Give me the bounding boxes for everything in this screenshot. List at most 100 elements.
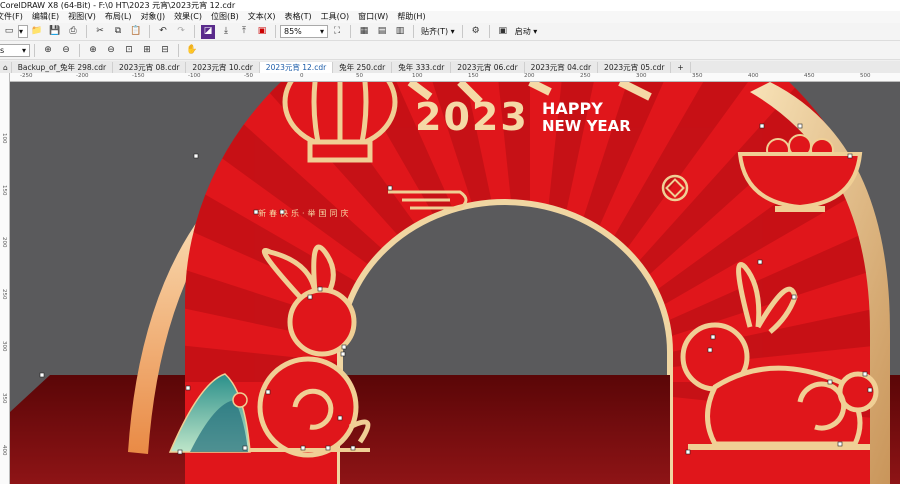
zoom-out-icon[interactable]: ⊖ [59, 43, 73, 57]
selection-node [340, 351, 346, 357]
document-tab[interactable]: 2023元宵 08.cdr [113, 62, 187, 73]
ruler-label: 350 [692, 73, 703, 79]
search-content-icon[interactable]: ◪ [201, 24, 215, 39]
print-icon[interactable]: ⎙ [66, 25, 80, 39]
selection-node [837, 441, 843, 447]
vertical-ruler[interactable]: 100 150 200 250 300 350 400 [0, 73, 10, 484]
publish-pdf-icon[interactable]: ▣ [255, 25, 269, 39]
menu-item-1[interactable]: 编辑(E) [32, 11, 68, 23]
show-rulers-icon[interactable]: ▦ [357, 25, 371, 39]
ruler-label: 250 [1, 289, 7, 300]
document-tab[interactable]: 2023元宵 10.cdr [186, 62, 260, 73]
slogan-text: 新春快乐·举国同庆 [258, 208, 352, 218]
open-icon[interactable]: 📁 [30, 25, 44, 39]
document-tab[interactable]: 兔年 250.cdr [333, 62, 393, 73]
zoom-preset-dropdown[interactable]: s ▾ [0, 43, 30, 57]
drawing-canvas[interactable]: 2023 HAPPY NEW YEAR 新春快乐·举国同庆 [10, 82, 900, 484]
show-grid-icon[interactable]: ▤ [375, 25, 389, 39]
menu-item-5[interactable]: 效果(C) [174, 11, 211, 23]
menu-item-6[interactable]: 位图(B) [211, 11, 248, 23]
document-tab[interactable]: 2023元宵 12.cdr [259, 62, 334, 73]
selection-node [337, 415, 343, 421]
selection-node [350, 445, 356, 451]
new-document-icon[interactable]: ▭ [2, 25, 16, 39]
selection-node [325, 445, 331, 451]
selection-node [317, 286, 323, 292]
zoom-page-height-icon[interactable]: ⊟ [158, 43, 172, 57]
ruler-label: -150 [132, 73, 145, 79]
launch-dropdown[interactable]: 启动 ▾ [515, 26, 538, 37]
ruler-label: 200 [524, 73, 535, 79]
menu-item-11[interactable]: 帮助(H) [397, 11, 434, 23]
launch-label: 启动 [514, 27, 531, 36]
snap-to-label: 贴齐(T) [421, 27, 449, 36]
pan-hand-icon[interactable]: ✋ [185, 43, 199, 57]
ruler-label: 400 [1, 445, 7, 456]
snap-to-dropdown[interactable]: 贴齐(T) ▾ [421, 26, 455, 37]
zoom-in-icon[interactable]: ⊕ [41, 43, 55, 57]
document-tab[interactable]: 兔年 333.cdr [392, 62, 452, 73]
selection-node [867, 387, 873, 393]
ruler-label: 250 [580, 73, 591, 79]
menu-item-0[interactable]: 文件(F) [0, 11, 32, 23]
application-launcher-icon[interactable]: ▣ [496, 25, 510, 39]
zoom-all-objects-icon[interactable]: ⊖ [104, 43, 118, 57]
zoom-page-icon[interactable]: ⊡ [122, 43, 136, 57]
selection-node [710, 334, 716, 340]
undo-icon[interactable]: ↶ [156, 25, 170, 39]
right-rabbit-base [688, 444, 870, 450]
menu-item-10[interactable]: 窗口(W) [358, 11, 397, 23]
chevron-down-icon: ▾ [319, 27, 324, 36]
copy-icon[interactable]: ⧉ [111, 25, 125, 39]
selection-node [685, 449, 691, 455]
menu-item-2[interactable]: 视图(V) [68, 11, 105, 23]
year-text: 2023 [415, 95, 529, 139]
ruler-label: 100 [412, 73, 423, 79]
document-tab[interactable]: 2023元宵 05.cdr [598, 62, 672, 73]
selection-node [707, 347, 713, 353]
menu-item-8[interactable]: 表格(T) [284, 11, 320, 23]
ruler-label: 100 [1, 133, 7, 144]
cut-icon[interactable]: ✂ [93, 25, 107, 39]
document-tab[interactable]: 2023元宵 06.cdr [451, 62, 525, 73]
selection-node [827, 379, 833, 385]
zoom-level-value: 85% [284, 27, 302, 36]
standard-toolbar: ▭ ▾ 📁 💾 ⎙ ✂ ⧉ 📋 ↶ ↷ ◪ ⤓ ⤒ ▣ 85% ▾ ⛶ ▦ ▤ ▥… [0, 23, 900, 41]
selection-node [757, 259, 763, 265]
options-gear-icon[interactable]: ⚙ [469, 25, 483, 39]
document-tab[interactable]: 2023元宵 04.cdr [525, 62, 599, 73]
zoom-level-dropdown[interactable]: 85% ▾ [280, 25, 328, 38]
show-guidelines-icon[interactable]: ▥ [393, 25, 407, 39]
import-icon[interactable]: ⤓ [219, 25, 233, 39]
redo-icon[interactable]: ↷ [174, 25, 188, 39]
menu-item-9[interactable]: 工具(O) [321, 11, 359, 23]
new-dropdown-icon[interactable]: ▾ [18, 25, 28, 38]
ruler-label: 300 [636, 73, 647, 79]
menu-item-7[interactable]: 文本(X) [248, 11, 285, 23]
selection-node [185, 385, 191, 391]
ruler-label: 350 [1, 393, 7, 404]
home-icon[interactable]: ⌂ [0, 62, 12, 73]
ruler-label: -50 [244, 73, 253, 79]
selection-node [797, 123, 803, 129]
selection-node [387, 185, 393, 191]
export-icon[interactable]: ⤒ [237, 25, 251, 39]
selection-node [242, 445, 248, 451]
ruler-label: -100 [188, 73, 201, 79]
paste-icon[interactable]: 📋 [129, 25, 143, 39]
selection-node [253, 209, 259, 215]
add-tab-icon[interactable]: + [671, 62, 691, 73]
document-tabs: ⌂ Backup_of_兔年 298.cdr 2023元宵 08.cdr 2023元宵… [0, 61, 900, 73]
selection-node [791, 294, 797, 300]
full-screen-icon[interactable]: ⛶ [330, 25, 344, 39]
menu-item-3[interactable]: 布局(L) [105, 11, 141, 23]
ruler-label: 150 [468, 73, 479, 79]
zoom-selected-icon[interactable]: ⊕ [86, 43, 100, 57]
save-icon[interactable]: 💾 [48, 25, 62, 39]
zoom-page-width-icon[interactable]: ⊞ [140, 43, 154, 57]
selection-node [193, 153, 199, 159]
document-tab[interactable]: Backup_of_兔年 298.cdr [12, 62, 114, 73]
menu-item-4[interactable]: 对象(J) [141, 11, 175, 23]
selection-node [300, 445, 306, 451]
horizontal-ruler[interactable]: -250 -200 -150 -100 -50 0 50 100 150 200 250 300 350… [10, 73, 900, 82]
